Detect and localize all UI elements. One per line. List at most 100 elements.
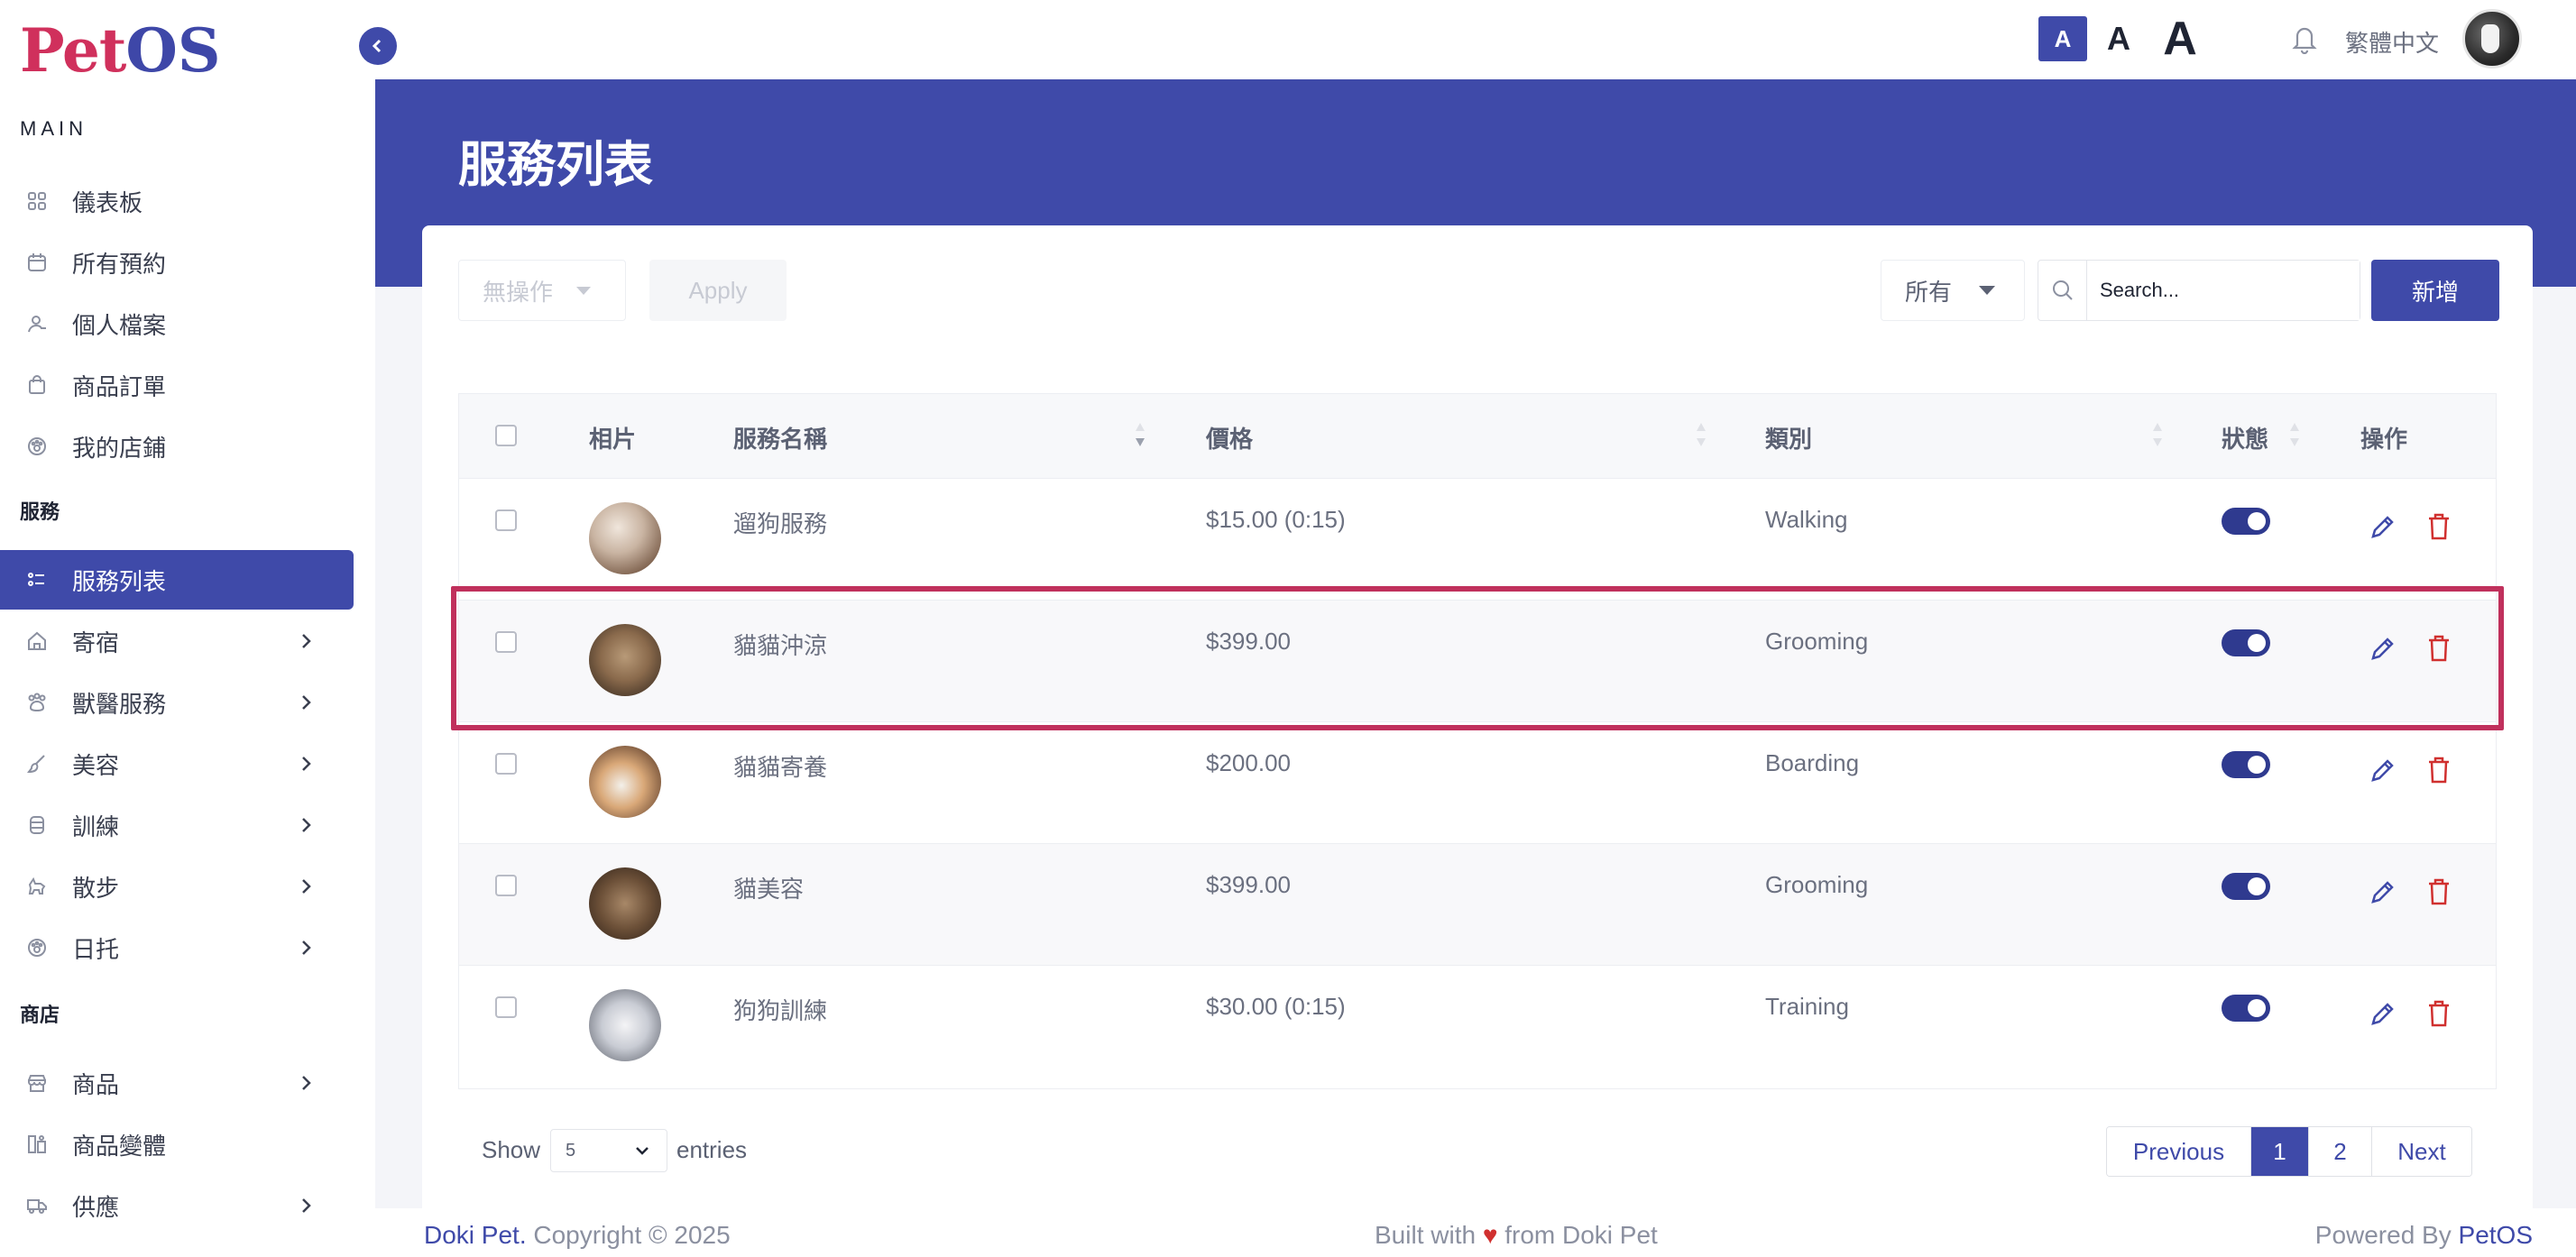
sidebar-item-orders[interactable]: 商品訂單 xyxy=(0,355,354,415)
row-checkbox[interactable] xyxy=(495,753,517,775)
service-price: $200.00 xyxy=(1206,749,1291,776)
service-price: $15.00 (0:15) xyxy=(1206,506,1346,533)
page-2-button[interactable]: 2 xyxy=(2309,1127,2372,1176)
table-row: 貓貓寄養 $200.00 Boarding xyxy=(459,722,2496,844)
service-photo xyxy=(589,624,661,696)
status-toggle[interactable] xyxy=(2222,873,2270,900)
table-header: 相片 服務名稱 價格 類別 狀態 操作 xyxy=(459,394,2496,479)
column-header-status[interactable]: 狀態 xyxy=(2222,421,2268,454)
page-size-select[interactable]: 5 xyxy=(550,1129,667,1172)
chevron-down-icon xyxy=(636,1147,649,1155)
sidebar-item-supply[interactable]: 供應 xyxy=(0,1176,354,1235)
status-toggle[interactable] xyxy=(2222,508,2270,535)
sidebar-item-appointments[interactable]: 所有預約 xyxy=(0,233,354,292)
heart-icon: ♥ xyxy=(1482,1221,1498,1249)
table-row: 狗狗訓練 $30.00 (0:15) Training xyxy=(459,966,2496,1087)
trash-icon[interactable] xyxy=(2425,633,2452,664)
footer-powered-by: Powered By PetOS xyxy=(2315,1221,2533,1250)
edit-icon[interactable] xyxy=(2368,633,2398,664)
search-input[interactable] xyxy=(2087,261,2360,320)
edit-icon[interactable] xyxy=(2368,998,2398,1029)
sort-icon[interactable] xyxy=(2288,419,2301,450)
topbar: A A A 繁體中文 xyxy=(375,0,2576,79)
truck-icon xyxy=(25,1194,49,1217)
status-toggle[interactable] xyxy=(2222,995,2270,1022)
row-checkbox[interactable] xyxy=(495,996,517,1018)
filter-label: 所有 xyxy=(1905,278,1953,306)
trash-icon[interactable] xyxy=(2425,755,2452,785)
column-header-actions: 操作 xyxy=(2360,426,2408,453)
sidebar-item-label: 商品訂單 xyxy=(72,372,167,400)
sidebar-item-dashboard[interactable]: 儀表板 xyxy=(0,171,354,231)
dog-walk-icon xyxy=(25,875,49,898)
status-toggle[interactable] xyxy=(2222,751,2270,778)
footer-powered-brand-link[interactable]: PetOS xyxy=(2459,1221,2533,1249)
calendar-icon xyxy=(25,251,49,274)
row-checkbox[interactable] xyxy=(495,875,517,896)
apply-button[interactable]: Apply xyxy=(649,260,787,321)
edit-icon[interactable] xyxy=(2368,755,2398,785)
edit-icon[interactable] xyxy=(2368,876,2398,907)
row-checkbox[interactable] xyxy=(495,631,517,653)
footer-copyright: Doki Pet. Copyright © 2025 xyxy=(424,1221,731,1250)
sidebar-item-daycare[interactable]: 日托 xyxy=(0,918,354,977)
avatar[interactable] xyxy=(2462,9,2522,69)
page-size-value: 5 xyxy=(566,1140,576,1161)
list-icon xyxy=(25,568,49,592)
add-button[interactable]: 新增 xyxy=(2371,260,2499,321)
service-category: Grooming xyxy=(1765,871,1869,898)
sidebar-item-profile[interactable]: 個人檔案 xyxy=(0,294,354,353)
sort-icon[interactable] xyxy=(1695,419,1707,450)
sidebar-item-boarding[interactable]: 寄宿 xyxy=(0,611,354,671)
column-header-price[interactable]: 價格 xyxy=(1206,421,1253,454)
logo[interactable]: Pet OS xyxy=(20,15,221,86)
search-icon xyxy=(2038,261,2087,320)
bulk-action-select[interactable]: 無操作 xyxy=(458,260,626,321)
trash-icon[interactable] xyxy=(2425,511,2452,542)
service-name: 貓貓寄養 xyxy=(733,754,828,781)
previous-page-button[interactable]: Previous xyxy=(2107,1127,2251,1176)
caret-down-icon xyxy=(1979,286,1996,295)
show-label: Show xyxy=(482,1136,541,1163)
next-page-button[interactable]: Next xyxy=(2372,1127,2471,1176)
font-size-large-button[interactable]: A xyxy=(2148,13,2212,65)
sidebar-item-vet[interactable]: 獸醫服務 xyxy=(0,673,354,732)
paws-icon xyxy=(25,691,49,714)
grid-icon xyxy=(25,189,49,213)
column-header-name[interactable]: 服務名稱 xyxy=(733,421,827,454)
sidebar-collapse-button[interactable] xyxy=(359,27,397,65)
trash-icon[interactable] xyxy=(2425,998,2452,1029)
sidebar-item-service-list[interactable]: 服務列表 xyxy=(0,550,354,610)
sort-icon[interactable] xyxy=(1134,419,1146,450)
trash-icon[interactable] xyxy=(2425,876,2452,907)
service-price: $399.00 xyxy=(1206,871,1291,898)
sidebar-item-walking[interactable]: 散步 xyxy=(0,857,354,916)
category-filter-select[interactable]: 所有 xyxy=(1881,260,2025,321)
sidebar-item-product-variants[interactable]: 商品變體 xyxy=(0,1115,354,1174)
footer-brand-link[interactable]: Doki Pet. xyxy=(424,1221,527,1249)
pagination: Previous 1 2 Next xyxy=(2106,1126,2472,1177)
sidebar-item-grooming[interactable]: 美容 xyxy=(0,734,354,794)
service-category: Walking xyxy=(1765,506,1848,533)
sidebar-item-my-store[interactable]: 我的店鋪 xyxy=(0,417,354,476)
column-header-category[interactable]: 類別 xyxy=(1765,421,1812,454)
font-size-small-button[interactable]: A xyxy=(2038,16,2087,61)
service-category: Training xyxy=(1765,993,1849,1020)
sidebar-item-products[interactable]: 商品 xyxy=(0,1053,354,1113)
sort-icon[interactable] xyxy=(2151,419,2164,450)
bell-icon[interactable] xyxy=(2291,23,2318,55)
sidebar-item-label: 商品變體 xyxy=(72,1132,167,1160)
sidebar-item-label: 日托 xyxy=(72,935,120,963)
sidebar-item-training[interactable]: 訓練 xyxy=(0,795,354,855)
search-box xyxy=(2038,260,2360,321)
font-size-medium-button[interactable]: A xyxy=(2094,16,2143,61)
edit-icon[interactable] xyxy=(2368,511,2398,542)
language-selector[interactable]: 繁體中文 xyxy=(2345,25,2439,59)
service-photo xyxy=(589,746,661,818)
page-1-button[interactable]: 1 xyxy=(2251,1127,2309,1176)
status-toggle[interactable] xyxy=(2222,629,2270,656)
sidebar-item-label: 服務列表 xyxy=(72,567,167,595)
select-all-checkbox[interactable] xyxy=(495,425,517,446)
sidebar: Pet OS MAIN 儀表板 所有預約 個人檔案 商品訂單 我的店鋪 服務 服務… xyxy=(0,0,375,1257)
row-checkbox[interactable] xyxy=(495,509,517,531)
